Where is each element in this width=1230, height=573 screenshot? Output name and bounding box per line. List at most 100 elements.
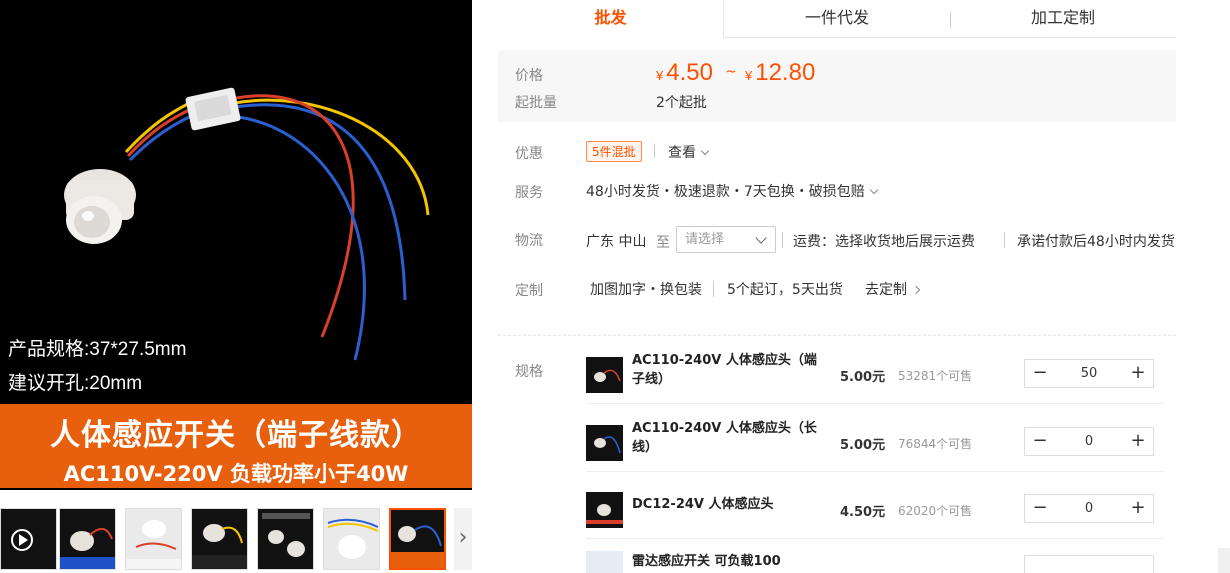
quantity-input[interactable]: 0 [1055, 428, 1123, 455]
price-min: ¥4.50 [656, 59, 713, 87]
sku-name: AC110-240V 人体感应头（长线） [632, 421, 817, 455]
quantity-stepper: − 0 + [1024, 427, 1154, 456]
sku-stock: 53281个可售 [898, 369, 973, 383]
purchase-tabs: 批发 一件代发 加工定制 [498, 0, 1176, 38]
decrease-button[interactable]: − [1025, 495, 1055, 522]
quantity-input[interactable]: 0 [1055, 495, 1123, 522]
banner-subtitle: AC110V-220V 负载功率小于40W [63, 462, 409, 486]
sku-thumbnail[interactable] [586, 492, 623, 528]
tab-wholesale[interactable]: 批发 [498, 0, 724, 38]
divider [1004, 232, 1005, 248]
spec-size-text: 产品规格:37*27.5mm [8, 339, 187, 360]
service-list[interactable]: 48小时发货・极速退款・7天包换・破损包赔 [586, 181, 878, 201]
mixed-batch-badge[interactable]: 5件混批 [586, 141, 642, 162]
sku-stock: 76844个可售 [898, 437, 973, 451]
currency-symbol: ¥ [656, 68, 664, 83]
quantity-input[interactable]: 50 [1055, 360, 1123, 387]
increase-button[interactable]: + [1123, 428, 1153, 455]
quantity-stepper: − 50 + [1024, 359, 1154, 388]
sku-image [594, 369, 621, 382]
purchase-panel: 批发 一件代发 加工定制 价格 ¥4.50 ~ ¥12.80 起批量 2个起批 … [498, 0, 1176, 573]
main-product-image[interactable]: 产品规格:37*27.5mm 建议开孔:20mm 人体感应开关（端子线款） AC… [0, 0, 472, 490]
sku-thumbnail[interactable] [586, 425, 623, 461]
thumbnail[interactable] [257, 508, 314, 570]
increase-button[interactable]: + [1123, 495, 1153, 522]
sku-row: AC110-240V 人体感应头（长线） 5.00元 76844个可售 − 0 … [586, 410, 1164, 472]
sku-price: 5.00元 [840, 370, 886, 385]
custom-options: 加图加字・换包装 [590, 282, 702, 298]
product-banner: 人体感应开关（端子线款） AC110V-220V 负载功率小于40W [0, 404, 472, 488]
price-separator: ~ [725, 64, 737, 80]
custom-label: 定制 [515, 283, 543, 299]
custom-terms: 5个起订，5天出货 [727, 282, 843, 298]
spec-hole-text: 建议开孔:20mm [8, 373, 143, 394]
decrease-button[interactable]: − [1025, 428, 1055, 455]
moq-value: 2个起批 [656, 95, 707, 111]
thumbnail-image [391, 525, 444, 568]
sku-thumbnail[interactable] [586, 551, 623, 573]
thumbnail-image [327, 518, 379, 559]
service-label: 服务 [515, 185, 543, 201]
sku-price: 5.00元 [840, 438, 886, 453]
thumbnail-strip: › [0, 505, 472, 573]
shipping-to-label: 至 [656, 235, 670, 251]
shipping-promise-text: 承诺付款后48小时内发货 [1017, 234, 1175, 250]
sku-price: 4.50元 [840, 505, 886, 520]
play-icon [11, 529, 33, 551]
sku-thumbnail[interactable] [586, 357, 623, 393]
thumbnail-selected[interactable] [389, 508, 446, 570]
shipping-origin: 广东 中山 [586, 234, 647, 250]
sku-name: DC12-24V 人体感应头 [632, 497, 774, 512]
divider [713, 281, 714, 297]
sku-name: AC110-240V 人体感应头（端子线） [632, 353, 817, 387]
destination-select[interactable]: 请选择 [676, 226, 776, 253]
chevron-down-icon [755, 232, 767, 244]
logistics-label: 物流 [515, 233, 543, 249]
sku-stock: 62020个可售 [898, 504, 973, 518]
promo-view-link[interactable]: 查看 [668, 142, 710, 162]
sku-row: AC110-240V 人体感应头（端子线） 5.00元 53281个可售 − 5… [586, 342, 1164, 404]
destination-placeholder: 请选择 [685, 232, 725, 247]
thumbnail-image [192, 524, 247, 569]
service-text: 48小时发货・极速退款・7天包换・破损包赔 [586, 184, 865, 200]
go-customize-link[interactable]: 去定制 [865, 279, 921, 299]
section-divider [498, 335, 1176, 336]
quantity-stepper [1024, 555, 1154, 573]
page-scrollbar[interactable] [1218, 548, 1230, 573]
video-thumbnail[interactable] [0, 508, 57, 570]
thumbnail-image [262, 513, 310, 557]
divider [782, 232, 783, 248]
thumbnail[interactable] [125, 508, 182, 570]
quantity-stepper: − 0 + [1024, 494, 1154, 523]
banner-title: 人体感应开关（端子线款） [50, 418, 422, 453]
sku-image [594, 436, 621, 454]
price-label: 价格 [515, 68, 543, 84]
tab-customization[interactable]: 加工定制 [950, 0, 1176, 38]
tab-dropship[interactable]: 一件代发 [724, 0, 950, 38]
chevron-down-icon [869, 185, 878, 195]
next-thumbnail-arrow-icon[interactable]: › [454, 508, 472, 570]
promo-label: 优惠 [515, 146, 543, 162]
price-max-value: 12.80 [755, 59, 816, 86]
promo-view-text: 查看 [668, 145, 696, 161]
sku-row: DC12-24V 人体感应头 4.50元 62020个可售 − 0 + [586, 477, 1164, 539]
chevron-right-icon [911, 285, 921, 295]
chevron-down-icon [700, 146, 710, 156]
price-min-value: 4.50 [666, 59, 713, 86]
product-gallery: 产品规格:37*27.5mm 建议开孔:20mm 人体感应开关（端子线款） AC… [0, 0, 472, 573]
price-max: ¥12.80 [745, 59, 815, 87]
decrease-button[interactable]: − [1025, 360, 1055, 387]
price-box: 价格 ¥4.50 ~ ¥12.80 起批量 2个起批 [498, 50, 1176, 122]
sku-image [586, 504, 623, 524]
moq-label: 起批量 [515, 95, 557, 111]
sku-label: 规格 [515, 364, 543, 380]
thumbnail[interactable] [59, 508, 116, 570]
shipping-fee-text: 运费：选择收货地后展示运费 [793, 234, 975, 250]
go-customize-text: 去定制 [865, 282, 907, 298]
thumbnail[interactable] [323, 508, 380, 570]
thumbnail-image [126, 520, 181, 569]
thumbnail[interactable] [191, 508, 248, 570]
increase-button[interactable]: + [1123, 360, 1153, 387]
sku-name: 雷达感应开关 可负载100 [632, 554, 781, 569]
sku-row: 雷达感应开关 可负载100 [586, 543, 1164, 573]
